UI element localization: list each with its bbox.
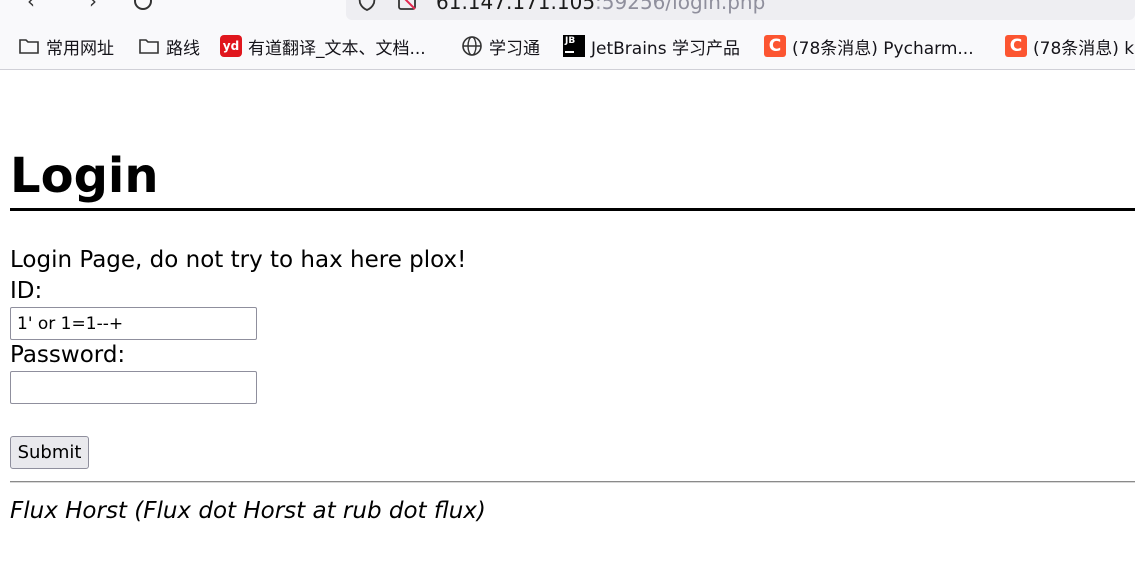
bookmark-csdn-2[interactable]: C (78条消息) k — [1005, 35, 1135, 59]
folder-icon — [138, 35, 160, 57]
bookmark-label: (78条消息) k — [1033, 38, 1135, 59]
jetbrains-icon-text: JB — [565, 36, 576, 46]
footer-divider — [10, 481, 1135, 483]
forward-button[interactable]: › — [80, 0, 106, 14]
bookmark-csdn-pycharm[interactable]: C (78条消息) Pycharm... — [764, 35, 974, 59]
bookmark-youdao[interactable]: yd 有道翻译_文本、文档... — [220, 35, 426, 59]
submit-button[interactable]: Submit — [10, 436, 89, 469]
browser-toolbar: ‹ › 61.147.171.105:59256/login.php — [0, 0, 1135, 22]
url-host: 61.147.171.105 — [436, 0, 596, 14]
bookmark-label: JetBrains 学习产品 — [591, 38, 740, 59]
page-content: Login Login Page, do not try to hax here… — [10, 70, 1135, 561]
arrow-left-icon: ‹ — [27, 0, 35, 13]
password-input[interactable] — [10, 371, 257, 404]
id-input[interactable] — [10, 307, 257, 340]
password-label: Password: — [10, 342, 126, 368]
title-divider — [10, 208, 1135, 211]
jetbrains-icon: JB — [563, 35, 585, 57]
bookmark-label: (78条消息) Pycharm... — [792, 38, 974, 59]
url-path: :59256/login.php — [595, 0, 766, 14]
id-label: ID: — [10, 278, 43, 304]
bookmark-label: 学习通 — [489, 38, 540, 59]
reload-icon — [134, 0, 152, 10]
bookmark-label: 常用网址 — [46, 38, 114, 59]
folder-icon — [18, 35, 40, 57]
bookmark-xuexitong[interactable]: 学习通 — [461, 35, 540, 59]
page-title: Login — [10, 148, 159, 204]
intro-text: Login Page, do not try to hax here plox! — [10, 247, 467, 273]
insecure-lock-icon[interactable] — [396, 0, 418, 12]
csdn-icon: C — [764, 35, 786, 57]
csdn-icon: C — [1005, 35, 1027, 57]
globe-icon — [461, 35, 483, 57]
youdao-icon: yd — [220, 35, 242, 57]
url-bar[interactable]: 61.147.171.105:59256/login.php — [346, 0, 1135, 20]
author-address: Flux Horst (Flux dot Horst at rub dot fl… — [10, 498, 486, 524]
back-button[interactable]: ‹ — [18, 0, 44, 14]
arrow-right-icon: › — [89, 0, 97, 13]
bookmark-folder-common[interactable]: 常用网址 — [18, 35, 114, 59]
bookmark-label: 有道翻译_文本、文档... — [248, 38, 426, 59]
shield-icon[interactable] — [356, 0, 378, 12]
bookmark-jetbrains[interactable]: JB JetBrains 学习产品 — [563, 35, 740, 59]
bookmarks-bar: 常用网址 路线 yd 有道翻译_文本、文档... 学习通 JB JetBrain… — [0, 22, 1135, 70]
url-text: 61.147.171.105:59256/login.php — [436, 0, 765, 14]
bookmark-label: 路线 — [166, 38, 200, 59]
reload-button[interactable] — [130, 0, 156, 14]
bookmark-folder-routes[interactable]: 路线 — [138, 35, 200, 59]
